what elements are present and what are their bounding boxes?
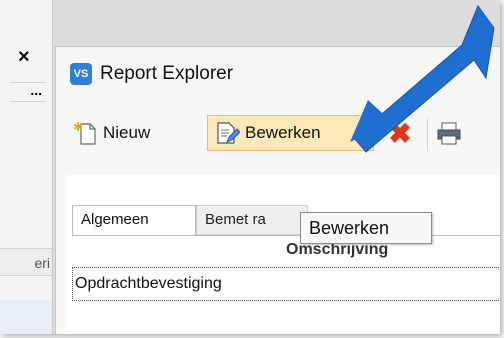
tab-algemeen[interactable]: Algemeen — [72, 205, 196, 235]
new-button-label: Nieuw — [103, 123, 151, 142]
delete-x-icon: ✖ — [388, 117, 412, 149]
new-document-icon: ✱ — [72, 120, 98, 146]
delete-button[interactable]: ✖ — [383, 115, 417, 151]
edit-document-icon — [214, 120, 241, 146]
toolbar: ✱ Nieuw Bewerken ✖ — [56, 105, 500, 161]
print-button[interactable] — [436, 115, 476, 151]
background-tab[interactable]: eri — [0, 248, 52, 276]
report-explorer-dialog: VS Report Explorer ✱ Nieuw Bewerken ✖ Al… — [55, 46, 500, 334]
background-row — [0, 300, 52, 334]
edit-tooltip: Bewerken — [300, 212, 432, 244]
more-button[interactable]: ... — [10, 82, 46, 102]
edit-button[interactable]: Bewerken — [207, 115, 374, 151]
title-bar: VS Report Explorer — [56, 47, 500, 97]
background-window: × ... eri — [0, 0, 53, 334]
screenshot-frame: × ... eri VS Report Explorer ✱ Nieuw Bew… — [0, 0, 500, 334]
tab-bemet[interactable]: Bemet ra — [196, 205, 308, 235]
close-icon[interactable]: × — [18, 46, 30, 69]
content-panel: Algemeen Bemet ra Omschrijving Opdrachtb… — [66, 175, 500, 334]
dialog-title: Report Explorer — [100, 63, 234, 84]
printer-icon — [436, 120, 462, 146]
table-row[interactable]: Opdrachtbevestiging — [72, 267, 500, 301]
vs-app-icon: VS — [70, 63, 92, 85]
tab-divider — [72, 235, 500, 236]
new-button[interactable]: ✱ Nieuw — [66, 115, 206, 151]
edit-button-label: Bewerken — [245, 123, 321, 142]
toolbar-separator — [427, 119, 428, 149]
svg-text:✱: ✱ — [73, 120, 83, 134]
